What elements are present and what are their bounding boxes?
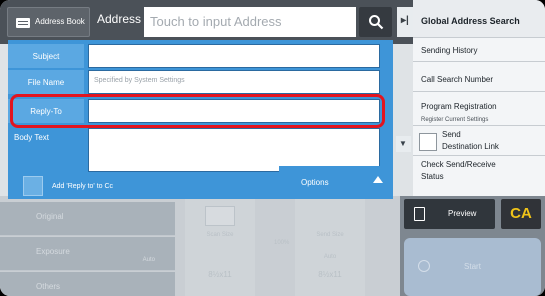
- bg-exposure-label: Exposure: [36, 247, 70, 256]
- bg-send-size-label: Send Size: [316, 232, 344, 238]
- address-book-label: Address Book: [35, 17, 85, 26]
- bg-scan-size-value: 8½x11: [208, 270, 232, 279]
- global-address-search[interactable]: Global Address Search: [413, 0, 545, 38]
- address-input[interactable]: Touch to input Address: [144, 7, 356, 37]
- start-button[interactable]: Start: [404, 238, 541, 296]
- subject-tab[interactable]: Subject: [8, 44, 84, 68]
- chevron-up-icon: [373, 176, 383, 183]
- clear-all-label: CA: [510, 205, 532, 222]
- file-name-placeholder: Specified by System Settings: [94, 77, 185, 84]
- send-destination-link-label-2: Destination Link: [442, 142, 499, 151]
- preview-icon: [414, 207, 425, 221]
- start-label: Start: [464, 262, 481, 271]
- program-registration-sub: Register Current Settings: [421, 117, 489, 123]
- bg-scan-size-label: Scan Size: [206, 232, 234, 238]
- options-button[interactable]: Options: [279, 166, 392, 196]
- send-destination-link-checkbox[interactable]: [419, 133, 437, 151]
- add-reply-to-cc-checkbox[interactable]: [23, 176, 43, 196]
- subject-field[interactable]: [88, 44, 380, 68]
- collapse-arrow-icon: ▸|: [401, 15, 409, 26]
- send-destination-link-label: Send: [442, 130, 461, 139]
- clear-all-button[interactable]: CA: [501, 199, 541, 229]
- address-book-icon: [16, 18, 30, 28]
- bg-exposure-row: Exposure Auto: [0, 237, 175, 271]
- program-registration-label: Program Registration: [421, 102, 497, 111]
- bg-ratio: 100%: [274, 240, 290, 246]
- bg-original-row: Original: [0, 202, 175, 236]
- body-text-label: Body Text: [14, 133, 49, 142]
- options-label: Options: [301, 178, 329, 187]
- preview-label: Preview: [448, 209, 477, 218]
- bg-send-size-value: 8½x11: [318, 270, 342, 279]
- bg-others-label: Others: [36, 282, 61, 291]
- check-status-label: Check Send/Receive: [421, 160, 496, 169]
- bg-scan-size-icon: [205, 206, 235, 226]
- call-search-number[interactable]: Call Search Number: [413, 62, 545, 92]
- search-icon: [369, 15, 384, 30]
- address-label: Address: [97, 12, 142, 26]
- background-settings-area: Original Exposure Auto Others Scan Size …: [0, 196, 400, 296]
- bg-others-row: Others: [0, 272, 175, 296]
- program-registration[interactable]: Program Registration Register Current Se…: [413, 92, 545, 126]
- sending-history-label: Sending History: [421, 46, 478, 55]
- side-panel-scroll-down[interactable]: ▼: [396, 136, 411, 152]
- bg-exposure-sub: Auto: [142, 257, 155, 263]
- reply-to-highlight: [10, 94, 385, 128]
- subject-label: Subject: [32, 52, 60, 61]
- call-search-number-label: Call Search Number: [421, 75, 494, 84]
- search-button[interactable]: [359, 7, 392, 37]
- global-address-search-label: Global Address Search: [421, 16, 520, 26]
- screen: Original Exposure Auto Others Scan Size …: [0, 0, 545, 296]
- side-panel: Global Address Search Sending History Ca…: [413, 0, 545, 196]
- sending-history[interactable]: Sending History: [413, 38, 545, 62]
- address-book-button[interactable]: Address Book: [7, 7, 90, 37]
- scroll-down-icon: ▼: [399, 139, 407, 148]
- preview-button[interactable]: Preview: [404, 199, 495, 229]
- address-placeholder: Touch to input Address: [150, 14, 282, 29]
- bg-send-size-sub: Auto: [323, 254, 337, 260]
- file-name-field[interactable]: Specified by System Settings: [88, 70, 380, 94]
- file-name-tab[interactable]: File Name: [8, 70, 84, 94]
- check-status-label-2: Status: [421, 172, 444, 181]
- add-reply-to-cc-label: Add 'Reply to' to Cc: [52, 183, 114, 190]
- bg-send-size: Send Size Auto 8½x11: [295, 196, 365, 296]
- check-send-receive-status[interactable]: Check Send/Receive Status: [413, 156, 545, 186]
- file-name-label: File Name: [27, 78, 65, 87]
- bg-scan-size: Scan Size 8½x11: [185, 196, 255, 296]
- bg-original-label: Original: [36, 212, 64, 221]
- side-panel-toggle[interactable]: ▸|: [397, 7, 413, 37]
- send-destination-link[interactable]: Send Destination Link: [413, 126, 545, 156]
